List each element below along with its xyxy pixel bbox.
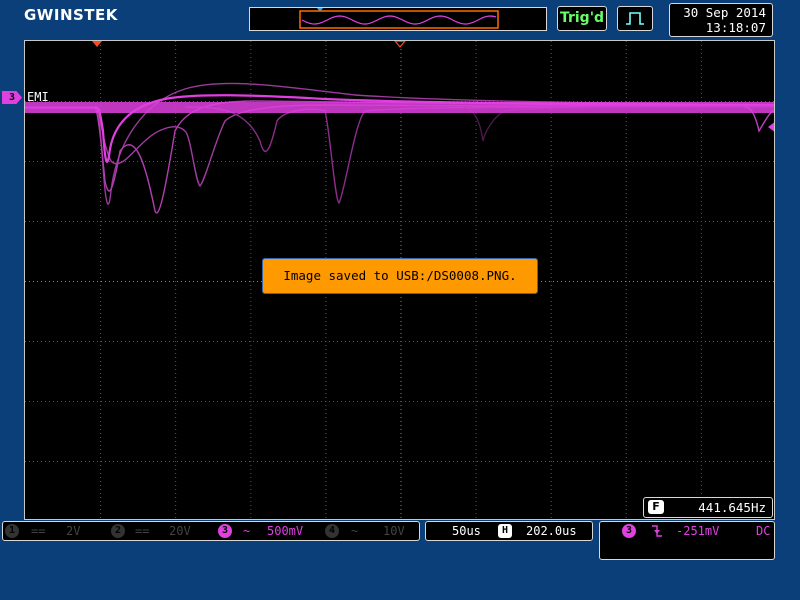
frequency-readout: F 441.645Hz xyxy=(643,497,773,518)
date: 30 Sep 2014 xyxy=(683,5,766,20)
timebase-bar[interactable]: 50us H 202.0us xyxy=(425,521,593,541)
overview-window xyxy=(299,10,499,29)
ch3-chip[interactable]: 3 xyxy=(218,524,232,538)
date-time: 30 Sep 2014 13:18:07 xyxy=(669,3,773,37)
ch2-coupling: == xyxy=(135,524,150,538)
horizontal-position-icon: H xyxy=(498,524,512,538)
trigger-level: -251mV xyxy=(676,524,720,538)
ch3-scale: 500mV xyxy=(267,524,304,538)
overview-waveform xyxy=(301,15,497,25)
trigger-source-chip: 3 xyxy=(622,524,636,538)
trigger-status[interactable]: Trig'd xyxy=(557,6,607,31)
trigger-level-marker xyxy=(768,122,774,132)
channel-settings-bar: 1 == 2V 2 == 20V 3 ~ 500mV 4 ~ 10V xyxy=(2,521,420,541)
trigger-settings-bar[interactable]: 3 -251mV DC xyxy=(599,521,775,560)
trigger-position-marker xyxy=(92,41,102,47)
ch2-scale: 20V xyxy=(169,524,191,538)
horizontal-position: 202.0us xyxy=(526,524,577,538)
ch2-chip[interactable]: 2 xyxy=(111,524,125,538)
ch4-coupling: ~ xyxy=(351,524,359,538)
timebase-scale: 50us xyxy=(452,524,481,538)
frequency-value: 441.645Hz xyxy=(698,500,766,515)
trigger-coupling: DC xyxy=(756,524,771,538)
channel-marker[interactable]: 3 xyxy=(2,91,22,104)
time: 13:18:07 xyxy=(705,20,766,35)
center-marker xyxy=(394,41,406,48)
ch1-scale: 2V xyxy=(66,524,81,538)
brand-logo: GWINSTEK xyxy=(24,6,118,24)
channel-label: EMI xyxy=(27,90,49,104)
trigger-mode-icon[interactable] xyxy=(617,6,653,31)
save-message: Image saved to USB:/DS0008.PNG. xyxy=(262,258,538,294)
ch1-chip[interactable]: 1 xyxy=(5,524,19,538)
frequency-icon: F xyxy=(648,500,664,514)
ch4-chip[interactable]: 4 xyxy=(325,524,339,538)
waveform-overview[interactable] xyxy=(249,7,547,31)
ch3-coupling: ~ xyxy=(243,524,251,538)
ch4-scale: 10V xyxy=(383,524,405,538)
falling-edge-icon xyxy=(650,523,664,544)
ch1-coupling: == xyxy=(31,524,46,538)
overview-graphic xyxy=(299,8,499,29)
